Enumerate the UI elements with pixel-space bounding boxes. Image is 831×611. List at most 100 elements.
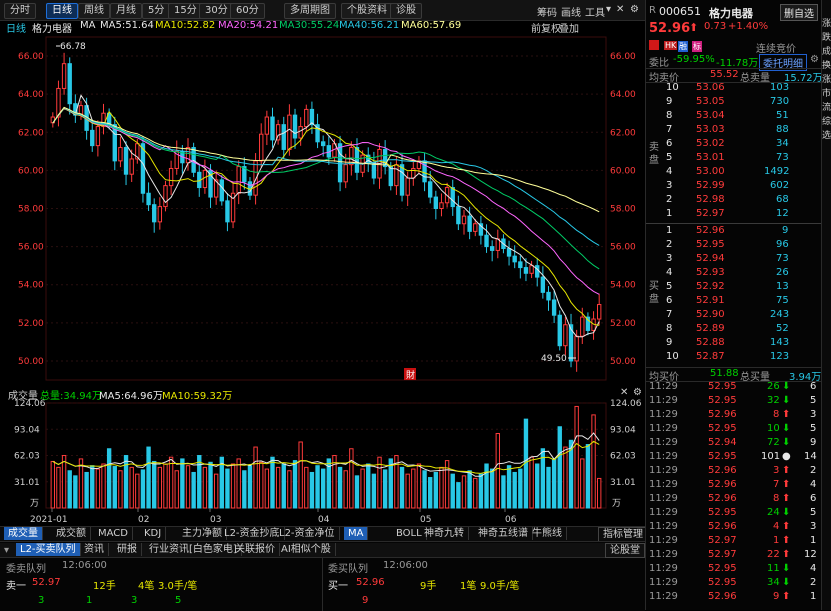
tab-weekly[interactable]: 周线	[78, 3, 110, 19]
volume-bar	[112, 466, 117, 509]
tick-order-count: 4	[810, 563, 817, 574]
volume-bar	[168, 456, 174, 509]
settings-gear-icon[interactable]: ⚙	[633, 387, 642, 398]
side-strip-item[interactable]: 涨	[822, 16, 831, 29]
level-price: 53.06	[696, 82, 725, 93]
order-book-row[interactable]: 10 52.87 123	[646, 351, 822, 364]
volume-tick-label: 124.06	[610, 399, 642, 409]
order-book-row[interactable]: 3 52.99 602	[646, 180, 822, 193]
close-icon[interactable]: ✕	[620, 387, 628, 398]
stock-profile-button[interactable]: 个股资料	[341, 3, 393, 19]
order-book-row[interactable]: 5 53.01 73	[646, 152, 822, 165]
tick-row: 11:29 52.96 3 ⬆ 2	[646, 465, 822, 478]
candle-body	[535, 265, 540, 278]
order-book-row[interactable]: 3 52.94 73	[646, 253, 822, 266]
tab-ai-similar[interactable]: AI相似个股	[277, 543, 336, 556]
volume-header: 成交量 总量:34.94万 MA5:64.96万 MA10:59.32万 ✕ ⚙	[0, 387, 645, 402]
buy-queue-title: 委买队列	[328, 564, 368, 575]
volume-bar	[332, 455, 337, 509]
side-strip-item[interactable]: 市	[822, 86, 831, 99]
tick-price: 52.97	[708, 535, 737, 546]
order-book-row[interactable]: 8 52.89 52	[646, 323, 822, 336]
order-book-row[interactable]: 4 53.00 1492	[646, 166, 822, 179]
order-book-row[interactable]: 7 53.03 88	[646, 124, 822, 137]
tab-news[interactable]: 资讯	[80, 543, 109, 556]
side-strip-item[interactable]: 综	[822, 114, 831, 127]
chevron-down-icon[interactable]: ▾	[4, 545, 9, 556]
tab-5min[interactable]: 5分	[142, 3, 171, 19]
order-book-row[interactable]: 2 52.98 68	[646, 194, 822, 207]
settings-gear-icon[interactable]: ⚙	[630, 4, 639, 15]
tab-intraday[interactable]: 分时	[4, 3, 36, 19]
order-book-row[interactable]: 1 52.96 9	[646, 225, 822, 238]
close-icon[interactable]: ✕	[616, 4, 624, 15]
chevron-down-icon[interactable]: ▾	[606, 4, 611, 15]
side-strip-item[interactable]: 成	[822, 44, 831, 57]
side-strip-item[interactable]: 跌	[822, 30, 831, 43]
tab-magic-nine[interactable]: 神奇九转	[420, 527, 469, 540]
tab-research[interactable]: 研报	[113, 543, 142, 556]
tick-time: 11:29	[649, 381, 678, 392]
side-strip-item[interactable]: 选	[822, 128, 831, 141]
multi-period-button[interactable]: 多周期图	[284, 3, 336, 19]
side-strip-item[interactable]: 换	[822, 58, 831, 71]
order-book-row[interactable]: 2 52.95 96	[646, 239, 822, 252]
chart-grid	[45, 36, 607, 381]
candle-body	[394, 164, 399, 187]
level-number: 10	[666, 351, 679, 362]
candle-body	[388, 166, 393, 187]
candle-body	[439, 202, 444, 210]
volume-bar	[309, 471, 315, 509]
tick-volume: 4	[773, 521, 780, 532]
tab-turnover[interactable]: 成交额	[52, 527, 91, 540]
order-book-row[interactable]: 5 52.92 13	[646, 281, 822, 294]
indicator-manage-button[interactable]: 指标管理	[598, 527, 648, 542]
tab-magic-five[interactable]: 神奇五线谱	[474, 527, 533, 540]
ma-info-line: 日线 格力电器 MA MA5:51.64 MA10:52.82 MA20:54.…	[0, 20, 645, 35]
draw-line-link[interactable]: 画线	[561, 4, 581, 19]
tab-15min[interactable]: 15分	[168, 3, 203, 19]
tick-list[interactable]: 11:29 52.95 26 ⬇ 6 11:29 52.95 32 ⬇ 5 11:29 52.96 8 ⬆…	[646, 381, 822, 610]
side-strip-item[interactable]: 涨	[822, 72, 831, 85]
diagnose-button[interactable]: 诊股	[390, 3, 422, 19]
tab-l2-queue[interactable]: L2-买卖队列	[16, 543, 81, 556]
side-strip-item[interactable]: 流	[822, 100, 831, 113]
volume-bar	[456, 482, 461, 509]
tab-l2-net[interactable]: L2-资金净位	[275, 527, 340, 540]
tab-60min[interactable]: 60分	[230, 3, 265, 19]
tools-link[interactable]: 工具	[585, 4, 605, 19]
tick-order-count: 5	[810, 423, 817, 434]
kline-chart[interactable]: 66.00 66.00 64.00 64.00 62.00 62.00 60.00 60.00…	[0, 33, 645, 540]
order-book-row[interactable]: 10 53.06 103	[646, 82, 822, 95]
order-book-row[interactable]: 9 52.88 143	[646, 337, 822, 350]
volume-bar	[337, 466, 343, 509]
order-book-row[interactable]: 1 52.97 12	[646, 208, 822, 221]
chips-link[interactable]: 筹码	[537, 4, 557, 19]
level-price: 52.87	[696, 351, 725, 362]
tab-monthly[interactable]: 月线	[110, 3, 142, 19]
order-book-row[interactable]: 4 52.93 26	[646, 267, 822, 280]
stock-forum-button[interactable]: 论股堂	[605, 543, 645, 558]
tick-order-count: 5	[810, 507, 817, 518]
candle-body	[557, 314, 562, 347]
volume-bar	[354, 475, 360, 509]
tick-volume: 7	[773, 479, 780, 490]
order-book-row[interactable]: 7 52.90 243	[646, 309, 822, 322]
tab-bull-bear[interactable]: 牛熊线	[528, 527, 567, 540]
tab-30min[interactable]: 30分	[199, 3, 234, 19]
tab-macd[interactable]: MACD	[94, 527, 133, 540]
order-book-row[interactable]: 6 53.02 34	[646, 138, 822, 151]
buy-one-avg: 9.0手/笔	[480, 581, 520, 592]
tab-industry-news[interactable]: 行业资讯[白色家电]	[145, 543, 242, 556]
candle-body	[67, 63, 72, 105]
tab-related-quotes[interactable]: 关联报价	[231, 543, 280, 556]
order-book-row[interactable]: 9 53.05 730	[646, 96, 822, 109]
order-book-row[interactable]: 6 52.91 75	[646, 295, 822, 308]
tab-ma[interactable]: MA	[344, 527, 369, 540]
tab-kdj[interactable]: KDJ	[140, 527, 167, 540]
order-book-row[interactable]: 8 53.04 51	[646, 110, 822, 123]
tab-daily[interactable]: 日线	[46, 3, 78, 19]
tab-volume[interactable]: 成交量	[4, 527, 43, 540]
remove-watchlist-button[interactable]: 删自选	[780, 4, 818, 21]
settings-gear-icon[interactable]: ⚙	[810, 54, 819, 65]
